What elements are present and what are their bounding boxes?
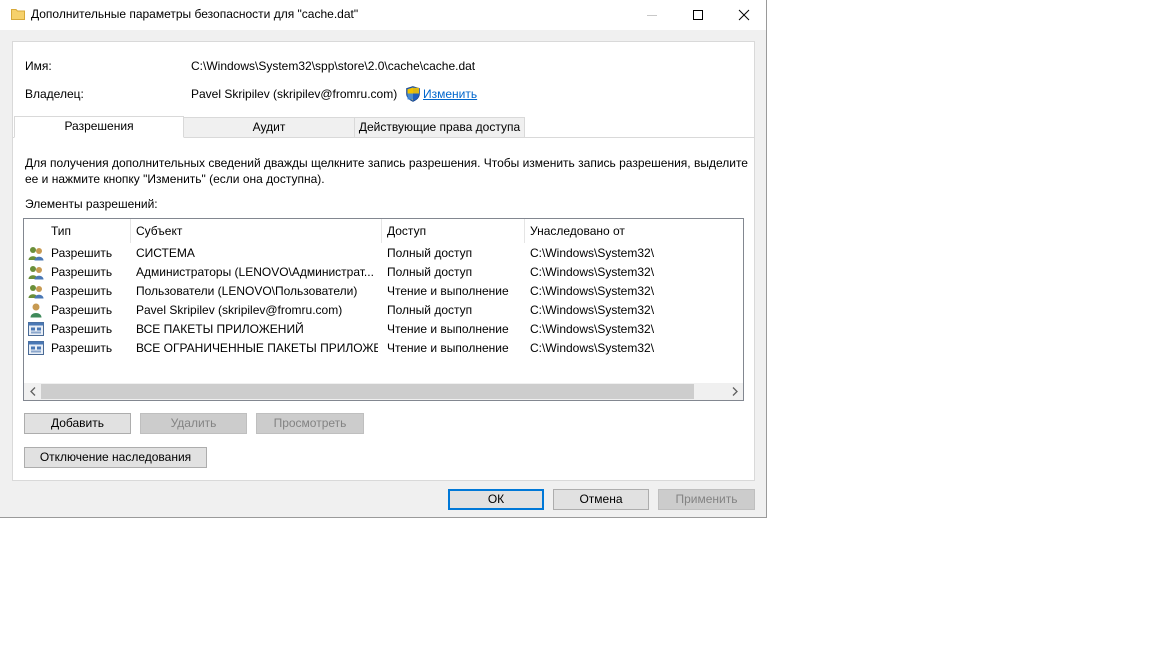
close-icon xyxy=(738,9,750,21)
permissions-description: Для получения дополнительных сведений дв… xyxy=(25,156,748,186)
table-row[interactable]: Разрешить Pavel Skripilev (skripilev@fro… xyxy=(24,301,743,320)
row-access: Чтение и выполнение xyxy=(387,341,509,355)
row-subject: ВСЕ ОГРАНИЧЕННЫЕ ПАКЕТЫ ПРИЛОЖЕ... xyxy=(136,341,378,355)
table-row[interactable]: Разрешить Администраторы (LENOVO\Админис… xyxy=(24,263,743,282)
row-access: Полный доступ xyxy=(387,246,473,260)
row-subject: Pavel Skripilev (skripilev@fromru.com) xyxy=(136,303,343,317)
uac-shield-icon xyxy=(406,86,420,102)
app-package-icon xyxy=(28,322,44,336)
user-icon xyxy=(30,303,42,318)
row-access: Чтение и выполнение xyxy=(387,322,509,336)
maximize-icon xyxy=(693,10,703,20)
minimize-button[interactable] xyxy=(629,0,675,30)
row-subject: СИСТЕМА xyxy=(136,246,195,260)
horizontal-scrollbar[interactable] xyxy=(24,383,743,400)
app-package-icon xyxy=(28,341,44,355)
scroll-left-button[interactable] xyxy=(24,383,41,400)
tab-audit[interactable]: Аудит xyxy=(183,117,355,138)
change-owner-link[interactable]: Изменить xyxy=(423,87,477,101)
row-type: Разрешить xyxy=(51,284,113,298)
users-icon xyxy=(28,285,44,299)
maximize-button[interactable] xyxy=(675,0,721,30)
chevron-right-icon xyxy=(732,387,738,396)
row-type: Разрешить xyxy=(51,265,113,279)
row-inherited: C:\Windows\System32\ xyxy=(530,322,655,336)
row-access: Чтение и выполнение xyxy=(387,284,509,298)
title-bar: Дополнительные параметры безопасности дл… xyxy=(0,0,766,30)
row-access: Полный доступ xyxy=(387,265,473,279)
column-separator[interactable] xyxy=(524,219,525,243)
row-subject: Администраторы (LENOVO\Администрат... xyxy=(136,265,374,279)
security-dialog: Дополнительные параметры безопасности дл… xyxy=(0,0,767,518)
owner-value: Pavel Skripilev (skripilev@fromru.com) xyxy=(191,87,398,101)
column-header-subject[interactable]: Субъект xyxy=(136,224,182,238)
scrollbar-thumb[interactable] xyxy=(41,384,694,399)
column-header-access[interactable]: Доступ xyxy=(387,224,426,238)
row-inherited: C:\Windows\System32\ xyxy=(530,246,655,260)
tab-effective-access[interactable]: Действующие права доступа xyxy=(354,117,525,138)
remove-button[interactable]: Удалить xyxy=(140,413,247,434)
table-row[interactable]: Разрешить ВСЕ ОГРАНИЧЕННЫЕ ПАКЕТЫ ПРИЛОЖ… xyxy=(24,339,743,358)
users-icon xyxy=(28,247,44,261)
users-icon xyxy=(28,266,44,280)
column-header-type[interactable]: Тип xyxy=(51,224,71,238)
row-inherited: C:\Windows\System32\ xyxy=(530,284,655,298)
window-title: Дополнительные параметры безопасности дл… xyxy=(31,7,359,21)
row-subject: ВСЕ ПАКЕТЫ ПРИЛОЖЕНИЙ xyxy=(136,322,304,336)
row-inherited: C:\Windows\System32\ xyxy=(530,265,655,279)
row-type: Разрешить xyxy=(51,341,113,355)
row-inherited: C:\Windows\System32\ xyxy=(530,303,655,317)
file-path-value: C:\Windows\System32\spp\store\2.0\cache\… xyxy=(191,59,476,73)
owner-label: Владелец: xyxy=(25,87,84,101)
table-row[interactable]: Разрешить Пользователи (LENOVO\Пользоват… xyxy=(24,282,743,301)
row-type: Разрешить xyxy=(51,246,113,260)
apply-button[interactable]: Применить xyxy=(658,489,755,510)
chevron-left-icon xyxy=(29,387,35,396)
tab-permissions[interactable]: Разрешения xyxy=(14,116,184,138)
column-separator[interactable] xyxy=(130,219,131,243)
scroll-right-button[interactable] xyxy=(726,383,743,400)
list-header: Тип Субъект Доступ Унаследовано от xyxy=(24,219,743,243)
close-button[interactable] xyxy=(721,0,767,30)
column-separator[interactable] xyxy=(381,219,382,243)
ok-button[interactable]: ОК xyxy=(448,489,544,510)
row-subject: Пользователи (LENOVO\Пользователи) xyxy=(136,284,358,298)
name-label: Имя: xyxy=(25,59,52,73)
row-type: Разрешить xyxy=(51,322,113,336)
row-type: Разрешить xyxy=(51,303,113,317)
cancel-button[interactable]: Отмена xyxy=(553,489,649,510)
row-access: Полный доступ xyxy=(387,303,473,317)
permission-entries-label: Элементы разрешений: xyxy=(25,197,158,211)
column-header-inherited[interactable]: Унаследовано от xyxy=(530,224,625,238)
minimize-icon xyxy=(647,15,657,16)
table-row[interactable]: Разрешить СИСТЕМА Полный доступ C:\Windo… xyxy=(24,244,743,263)
table-row[interactable]: Разрешить ВСЕ ПАКЕТЫ ПРИЛОЖЕНИЙ Чтение и… xyxy=(24,320,743,339)
add-button[interactable]: Добавить xyxy=(24,413,131,434)
row-inherited: C:\Windows\System32\ xyxy=(530,341,655,355)
folder-icon xyxy=(11,9,25,20)
disable-inheritance-button[interactable]: Отключение наследования xyxy=(24,447,207,468)
view-button[interactable]: Просмотреть xyxy=(256,413,364,434)
permission-entries-list[interactable]: Тип Субъект Доступ Унаследовано от Разре… xyxy=(23,218,744,401)
